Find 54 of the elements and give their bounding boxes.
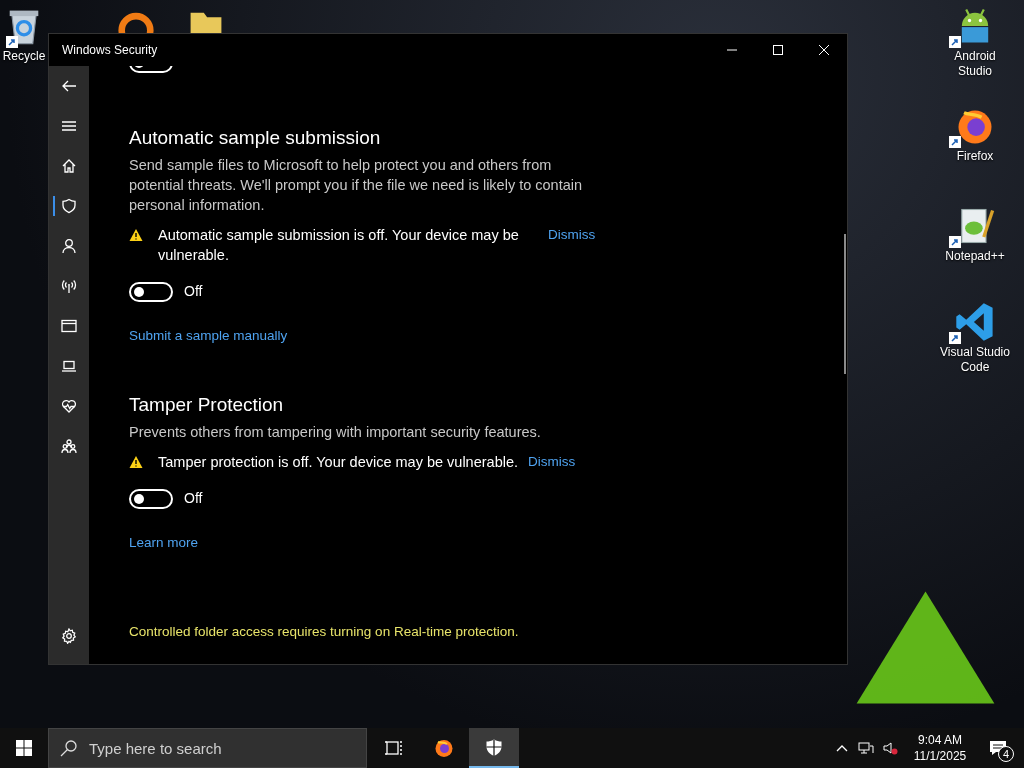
search-icon	[60, 739, 78, 757]
shortcut-arrow-icon	[949, 332, 961, 344]
desktop-icon-label[interactable]: Visual Studio Code	[937, 345, 1013, 375]
warning-icon	[129, 455, 143, 470]
back-icon	[61, 78, 77, 94]
link[interactable]: Learn more	[129, 533, 199, 554]
task-view-icon	[384, 738, 404, 758]
section-description: Send sample files to Microsoft to help protect you and others from potential threats. We'll prompt you if the file we need is likely to contain personal information.	[129, 156, 584, 215]
close-icon	[818, 44, 830, 56]
antenna-icon	[61, 278, 77, 294]
shortcut-arrow-icon	[6, 36, 18, 48]
dismiss-link[interactable]: Dismiss	[548, 225, 596, 245]
warning-notice: Controlled folder access requires turning on Real-time protection.	[129, 622, 520, 641]
window-title: Windows Security	[61, 42, 159, 59]
dismiss-link[interactable]: Dismiss	[528, 452, 576, 473]
menu-icon	[61, 118, 77, 134]
warning-message: Tamper protection is off. Your device may be vulnerable.	[158, 453, 519, 473]
section-heading: Tamper Protection	[129, 393, 285, 418]
home-icon	[61, 158, 77, 174]
desktop-icon-label[interactable]: Android Studio	[937, 49, 1013, 79]
taskbar-app-button[interactable]	[469, 728, 519, 768]
shield-icon	[484, 738, 504, 758]
scrollbar-thumb[interactable]	[844, 234, 846, 374]
speaker-muted-icon	[882, 740, 898, 756]
network-icon	[858, 740, 874, 756]
toggle-label: Off	[184, 282, 203, 301]
warning-message: Automatic sample submission is off. Your device may be vulnerable.	[158, 226, 520, 265]
toggle-switch[interactable]	[129, 281, 173, 302]
shield-icon	[61, 198, 77, 214]
desktop-icon-label[interactable]: Notepad++	[945, 249, 1005, 264]
family-icon	[61, 438, 77, 454]
link[interactable]: Submit a sample manually	[129, 326, 288, 347]
shortcut-arrow-icon	[949, 36, 961, 48]
firefox-icon	[434, 738, 454, 758]
toggle-switch[interactable]	[129, 488, 173, 509]
section-description: Prevents others from tampering with important security features.	[129, 423, 542, 443]
toggle-label: Off	[184, 489, 203, 509]
person-icon	[61, 238, 77, 254]
maximize-icon	[772, 44, 784, 56]
search-field[interactable]: Type here to search	[48, 728, 367, 768]
browser-window-icon	[61, 318, 77, 334]
shortcut-arrow-icon	[949, 136, 961, 148]
section-heading: Automatic sample submission	[129, 126, 382, 150]
windows-logo-icon	[16, 740, 32, 756]
clock[interactable]: 9:04 AM 11/1/2025	[902, 728, 978, 768]
notifications-button[interactable]: 4	[978, 728, 1018, 768]
laptop-icon	[61, 358, 77, 374]
notification-count: 4	[998, 746, 1014, 762]
settings-icon	[61, 628, 77, 644]
desktop-icon-label[interactable]: Firefox	[956, 149, 994, 164]
desktop-icon-label[interactable]: Recycle	[2, 49, 46, 64]
warning-icon	[129, 228, 143, 242]
shortcut-arrow-icon	[949, 236, 961, 248]
heart-pulse-icon	[61, 398, 77, 414]
